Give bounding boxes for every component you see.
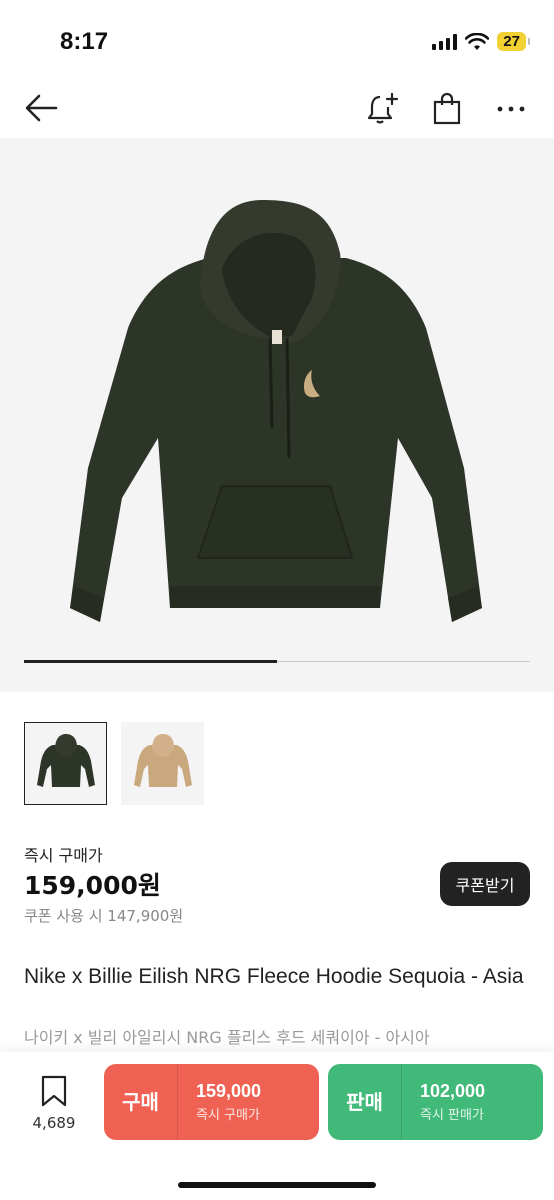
status-icons: 27 (432, 32, 530, 51)
home-indicator[interactable] (178, 1182, 376, 1188)
buy-label: 구매 (104, 1064, 178, 1140)
thumbnail-beige[interactable] (121, 722, 204, 805)
back-button[interactable] (20, 88, 64, 128)
notification-add-button[interactable] (362, 88, 404, 130)
bookmark-icon (41, 1075, 67, 1107)
buy-price: 159,000 (196, 1081, 262, 1101)
product-title-en: Nike x Billie Eilish NRG Fleece Hoodie S… (24, 965, 524, 988)
hoodie-dark-green-image (70, 200, 482, 622)
hoodie-dark-green-thumbnail (36, 733, 95, 787)
more-horizontal-icon (497, 106, 525, 112)
price-label: 즉시 구매가 (24, 846, 103, 865)
buy-sub-label: 즉시 구매가 (196, 1108, 260, 1123)
navigation-bar (0, 80, 554, 136)
shopping-bag-icon (433, 92, 461, 125)
sell-button[interactable]: 판매 102,000 즉시 판매가 (328, 1064, 543, 1140)
status-time: 8:17 (60, 28, 109, 55)
bottom-action-bar: 4,689 구매 159,000 즉시 구매가 판매 102,000 즉시 판매… (0, 1052, 554, 1200)
sell-label: 판매 (328, 1064, 402, 1140)
gallery-progress-indicator (24, 660, 277, 663)
coupon-button[interactable]: 쿠폰받기 (440, 862, 530, 906)
wishlist-button[interactable]: 4,689 (26, 1074, 82, 1132)
bell-plus-icon (367, 92, 399, 124)
product-image-gallery[interactable] (0, 138, 554, 692)
cellular-signal-icon (432, 33, 458, 50)
coupon-price-text: 쿠폰 사용 시 147,900원 (24, 907, 184, 925)
hoodie-beige-thumbnail (133, 733, 192, 787)
status-bar: 8:17 27 (0, 0, 554, 80)
shopping-bag-button[interactable] (426, 88, 468, 130)
sell-price: 102,000 (420, 1081, 486, 1101)
thumbnail-dark-green[interactable] (24, 722, 107, 805)
arrow-left-icon (25, 94, 58, 122)
price-value: 159,000원 (24, 871, 161, 900)
thumbnail-list (24, 722, 204, 805)
product-title-ko: 나이키 x 빌리 아일리시 NRG 플리스 후드 세쿼이아 - 아시아 (24, 1028, 430, 1047)
buy-button[interactable]: 구매 159,000 즉시 구매가 (104, 1064, 319, 1140)
wishlist-count: 4,689 (32, 1114, 76, 1132)
battery-indicator: 27 (497, 32, 530, 51)
gallery-progress-track (24, 660, 530, 663)
sell-sub-label: 즉시 판매가 (420, 1108, 484, 1123)
more-options-button[interactable] (490, 88, 532, 130)
wifi-icon (465, 32, 490, 50)
